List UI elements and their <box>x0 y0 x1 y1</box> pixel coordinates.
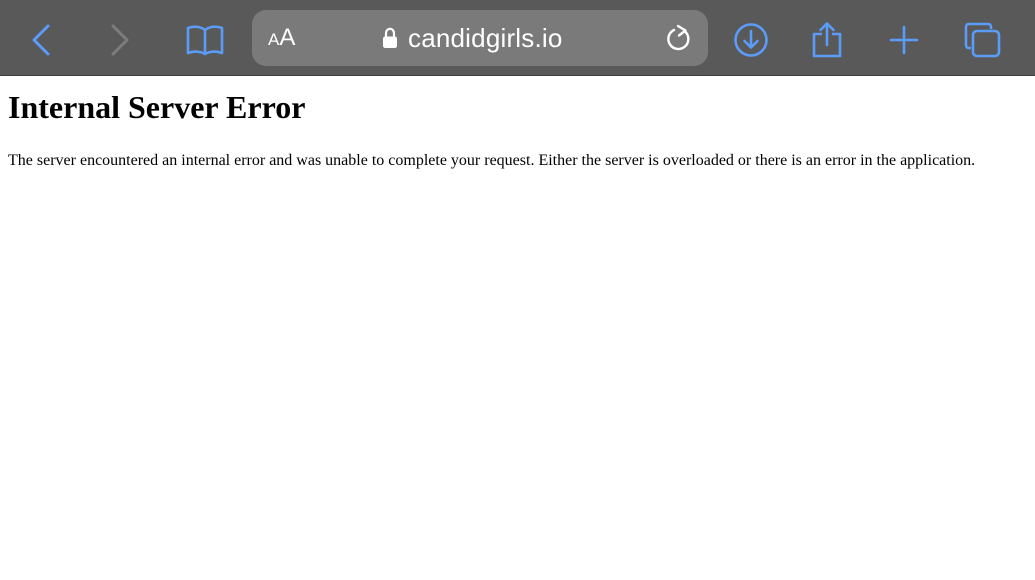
tabs-icon <box>964 22 1001 58</box>
text-size-small-label: A <box>268 30 280 49</box>
back-button[interactable] <box>19 18 63 62</box>
page-content: Internal Server Error The server encount… <box>8 76 1008 171</box>
chevron-left-icon <box>32 24 50 56</box>
text-size-big-label: A <box>279 24 296 51</box>
new-tab-button[interactable] <box>882 18 926 62</box>
chevron-right-icon <box>111 24 129 56</box>
browser-toolbar: A A candidgirls.io <box>0 0 1035 76</box>
forward-button[interactable] <box>98 18 142 62</box>
error-heading: Internal Server Error <box>8 89 306 125</box>
address-bar[interactable]: A A candidgirls.io <box>252 10 708 66</box>
reload-button[interactable] <box>662 22 696 56</box>
error-message: The server encountered an internal error… <box>8 152 976 169</box>
url-text: candidgirls.io <box>408 22 563 53</box>
reload-icon <box>667 24 690 51</box>
share-icon <box>812 22 842 58</box>
share-button[interactable] <box>805 18 849 62</box>
bookmarks-button[interactable] <box>183 18 227 62</box>
lock-icon <box>383 27 397 48</box>
download-icon <box>734 23 768 57</box>
plus-icon <box>889 25 919 55</box>
url-display[interactable]: candidgirls.io <box>382 10 563 66</box>
book-icon <box>186 25 224 56</box>
tabs-button[interactable] <box>961 18 1005 62</box>
downloads-button[interactable] <box>729 18 773 62</box>
text-size-button[interactable]: A A <box>268 24 295 52</box>
